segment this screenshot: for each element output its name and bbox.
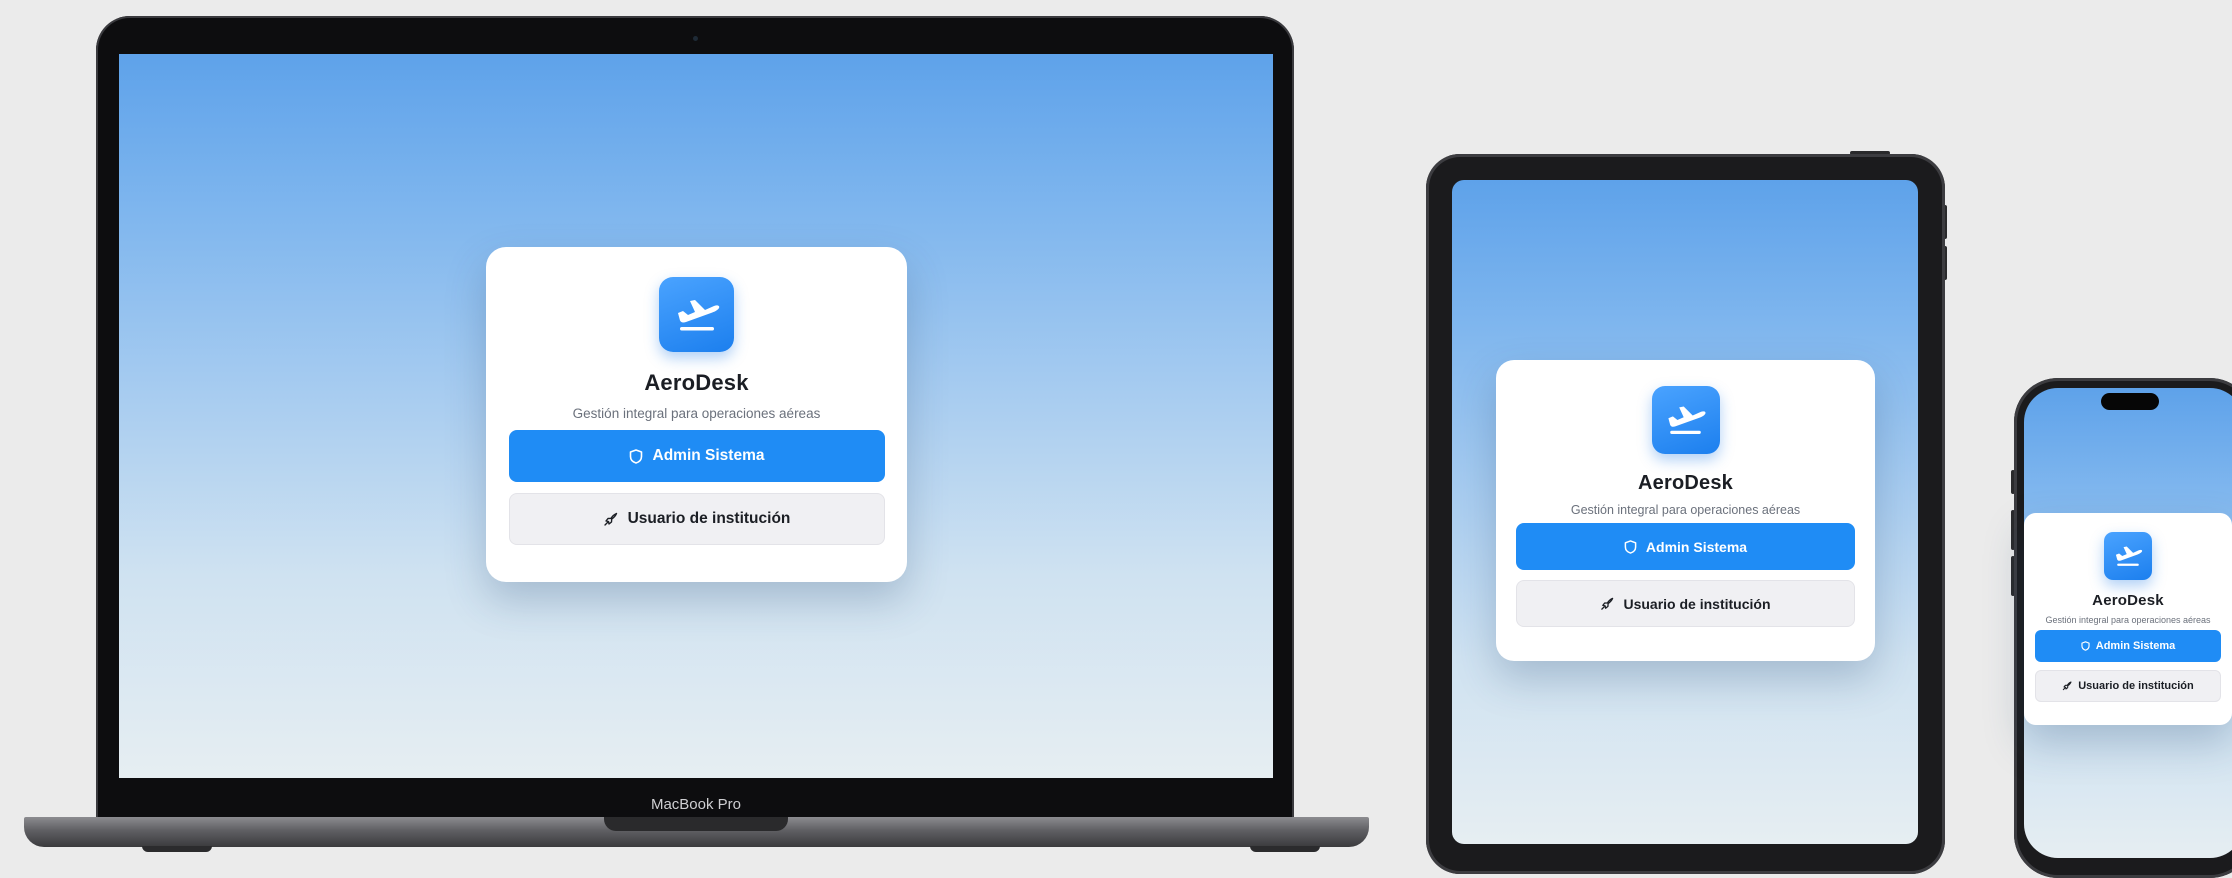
shield-icon	[1624, 539, 1637, 554]
macbook-camera	[693, 36, 698, 41]
shield-icon	[2081, 641, 2090, 651]
app-name: AeroDesk	[1638, 472, 1733, 494]
app-tagline: Gestión integral para operaciones aéreas	[572, 406, 821, 421]
rocket-icon	[1600, 597, 1614, 611]
admin-login-button[interactable]: Admin Sistema	[508, 430, 885, 482]
app-logo	[659, 277, 734, 352]
institution-login-button[interactable]: Usuario de institución	[2035, 670, 2221, 702]
app-tagline: Gestión integral para operaciones aéreas	[2045, 615, 2211, 625]
admin-login-label: Admin Sistema	[1645, 538, 1748, 555]
admin-login-button[interactable]: Admin Sistema	[1516, 523, 1855, 570]
app-logo	[1651, 386, 1720, 454]
shield-icon	[629, 448, 643, 464]
rocket-icon	[603, 512, 618, 527]
macbook-hinge-notch	[604, 817, 788, 831]
login-card-mobile: AeroDesk Gestión integral para operacion…	[2024, 513, 2232, 725]
admin-login-label: Admin Sistema	[652, 447, 765, 464]
login-card-desktop: AeroDesk Gestión integral para operacion…	[486, 247, 907, 582]
macbook-foot-left	[142, 846, 212, 852]
admin-login-label: Admin Sistema	[2095, 640, 2176, 652]
institution-login-label: Usuario de institución	[2078, 680, 2194, 692]
app-tagline: Gestión integral para operaciones aéreas	[1570, 503, 1801, 517]
app-logo	[2104, 532, 2152, 580]
app-name: AeroDesk	[2092, 592, 2164, 609]
dynamic-island	[2101, 393, 2159, 410]
macbook-label: MacBook Pro	[650, 796, 742, 813]
rocket-icon	[2062, 681, 2072, 691]
airplane-takeoff-icon	[677, 299, 719, 330]
app-name: AeroDesk	[644, 370, 749, 395]
institution-login-button[interactable]: Usuario de institución	[1516, 580, 1855, 627]
airplane-takeoff-icon	[1668, 406, 1706, 434]
login-card-tablet: AeroDesk Gestión integral para operacion…	[1496, 360, 1875, 661]
macbook-foot-right	[1250, 846, 1320, 852]
institution-login-label: Usuario de institución	[627, 510, 791, 527]
institution-login-button[interactable]: Usuario de institución	[508, 493, 885, 545]
admin-login-button[interactable]: Admin Sistema	[2035, 630, 2221, 662]
institution-login-label: Usuario de institución	[1623, 595, 1771, 612]
airplane-takeoff-icon	[2115, 546, 2143, 566]
